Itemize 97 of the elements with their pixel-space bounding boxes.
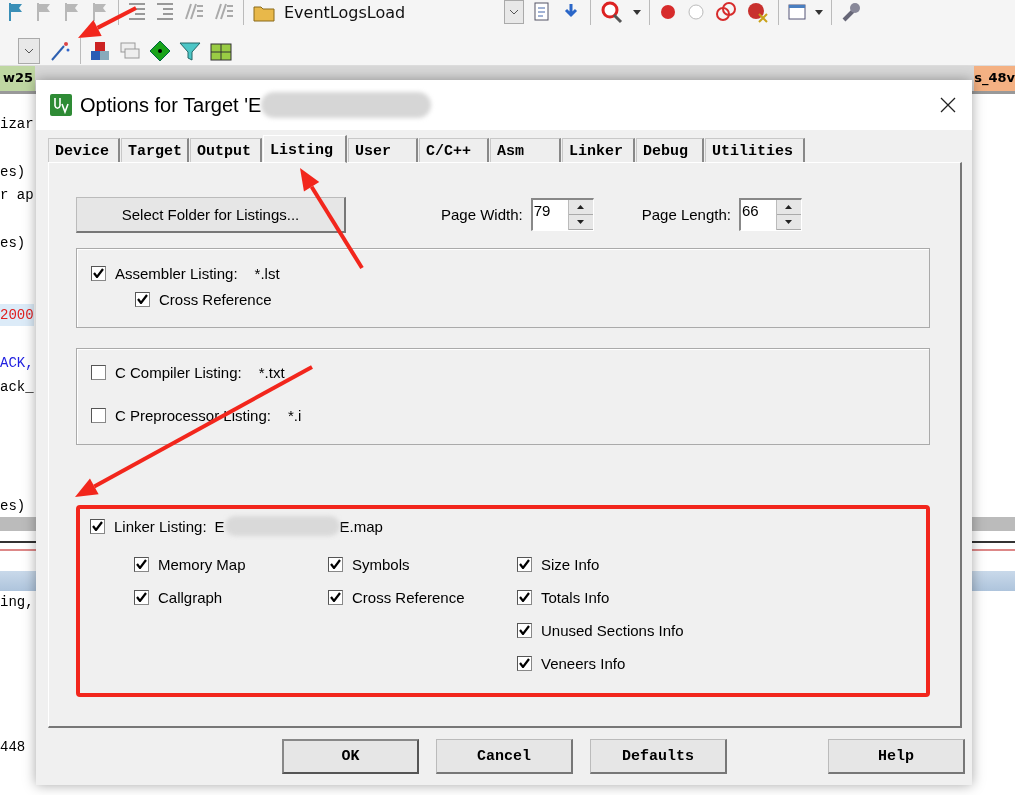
code-line: r ap xyxy=(0,186,34,205)
delete-breakpoint-icon[interactable] xyxy=(746,1,770,23)
caret-icon[interactable] xyxy=(815,9,823,15)
spin-down-icon[interactable] xyxy=(577,220,585,224)
indent-icon[interactable] xyxy=(127,1,147,23)
checkbox[interactable] xyxy=(517,556,532,572)
tab[interactable]: Linker xyxy=(562,138,635,162)
checkbox[interactable] xyxy=(517,589,532,605)
tab[interactable]: Device xyxy=(48,138,120,162)
breakpoint-icon[interactable] xyxy=(658,2,678,22)
code-line: es) xyxy=(0,234,26,253)
code-line: 448 xyxy=(0,738,26,757)
checkbox[interactable] xyxy=(134,589,149,605)
tab[interactable]: Debug xyxy=(636,138,704,162)
dialog-button[interactable]: Cancel xyxy=(436,739,573,774)
checkbox[interactable] xyxy=(135,291,150,307)
checkbox-label[interactable]: Callgraph xyxy=(158,588,223,606)
spin-down-icon[interactable] xyxy=(785,220,793,224)
tab[interactable]: Listing xyxy=(263,135,347,163)
tab[interactable]: Utilities xyxy=(705,138,805,162)
checkmark-icon xyxy=(330,592,341,602)
file-tab[interactable]: s_48v xyxy=(974,66,1015,91)
checkbox[interactable] xyxy=(91,364,106,380)
dialog-button[interactable]: Help xyxy=(828,739,965,774)
page-length-label: Page Length: xyxy=(641,206,731,223)
window-title: Options for Target 'E xyxy=(80,93,262,117)
checkbox-label[interactable]: Unused Sections Info xyxy=(541,621,684,639)
tab[interactable]: Asm xyxy=(490,138,561,162)
caret-icon[interactable] xyxy=(509,9,519,15)
tab[interactable]: Output xyxy=(190,138,262,162)
code-line: ACK, xyxy=(0,354,34,373)
dialog-button[interactable]: Defaults xyxy=(590,739,727,774)
file-tab[interactable]: w25 xyxy=(0,66,36,91)
funnel-icon[interactable] xyxy=(179,40,201,62)
close-button[interactable] xyxy=(940,97,956,113)
dialog-button[interactable]: OK xyxy=(282,739,419,774)
select-folder-button[interactable]: Select Folder for Listings... xyxy=(76,196,346,233)
checkbox-label[interactable]: Linker Listing: xyxy=(114,517,207,535)
checkbox[interactable] xyxy=(517,655,532,671)
checkbox[interactable] xyxy=(90,518,105,534)
checkbox-label[interactable]: Cross Reference xyxy=(352,588,465,606)
diamond-icon[interactable] xyxy=(149,40,171,62)
code-line: ack_ xyxy=(0,378,34,397)
code-line: es) xyxy=(0,163,26,182)
caret-icon[interactable] xyxy=(24,48,34,54)
app-icon xyxy=(50,94,72,116)
file-path: E xyxy=(214,517,225,535)
configuration-combo[interactable]: EventLogsLoad xyxy=(284,0,524,25)
checkbox[interactable] xyxy=(134,556,149,572)
checkmark-icon xyxy=(519,658,530,668)
window-icon[interactable] xyxy=(787,2,807,22)
code-line: es) xyxy=(0,497,26,516)
checkbox-label[interactable]: Cross Reference xyxy=(159,290,272,308)
annotation-arrow xyxy=(78,6,137,38)
file-pattern: *.i xyxy=(287,406,302,424)
tab[interactable]: Target xyxy=(121,138,189,162)
outdent-icon[interactable] xyxy=(155,1,175,23)
checkbox-label[interactable]: C Compiler Listing: xyxy=(115,363,242,381)
page-length-spinbox[interactable]: 66 xyxy=(738,198,802,231)
wrench-icon[interactable] xyxy=(840,1,862,23)
checkbox[interactable] xyxy=(328,589,343,605)
page-width-label: Page Width: xyxy=(441,206,523,223)
wand-icon[interactable] xyxy=(48,40,72,62)
checkmark-icon xyxy=(93,268,104,278)
checkbox-label[interactable]: Symbols xyxy=(352,555,410,573)
checkmark-icon xyxy=(519,592,530,602)
code-line: ing, xyxy=(0,593,34,612)
checkbox[interactable] xyxy=(91,407,106,423)
file-pattern: *.txt xyxy=(258,363,285,381)
checkbox[interactable] xyxy=(517,622,532,638)
tab[interactable]: C/C++ xyxy=(419,138,489,162)
checkbox[interactable] xyxy=(328,556,343,572)
checkbox[interactable] xyxy=(91,265,106,281)
checkbox-label[interactable]: Memory Map xyxy=(158,555,246,573)
spin-up-icon[interactable] xyxy=(577,205,585,209)
checkbox-label[interactable]: Size Info xyxy=(541,555,600,573)
checkmark-icon xyxy=(519,559,530,569)
tab[interactable]: User xyxy=(348,138,418,162)
grid-icon[interactable] xyxy=(209,40,233,62)
checkmark-icon xyxy=(330,559,341,569)
checkbox-label[interactable]: Totals Info xyxy=(541,588,610,606)
magnifier-icon[interactable] xyxy=(599,0,625,24)
page-width-spinbox[interactable]: 79 xyxy=(530,198,594,231)
file-path: E.map xyxy=(339,517,383,535)
checkmark-icon xyxy=(137,294,148,304)
checkmark-icon xyxy=(136,592,147,602)
checkbox-label[interactable]: Assembler Listing: xyxy=(115,264,238,282)
caret-icon[interactable] xyxy=(633,9,641,15)
circles-icon[interactable] xyxy=(714,1,738,23)
checkmark-icon xyxy=(519,625,530,635)
code-line: izar xyxy=(0,115,34,134)
checkbox-label[interactable]: Veneers Info xyxy=(541,654,626,672)
checkmark-icon xyxy=(136,559,147,569)
checkmark-icon xyxy=(92,521,103,531)
spin-up-icon[interactable] xyxy=(785,205,793,209)
blocks-icon[interactable] xyxy=(89,40,111,62)
file-pattern: *.lst xyxy=(254,264,280,282)
